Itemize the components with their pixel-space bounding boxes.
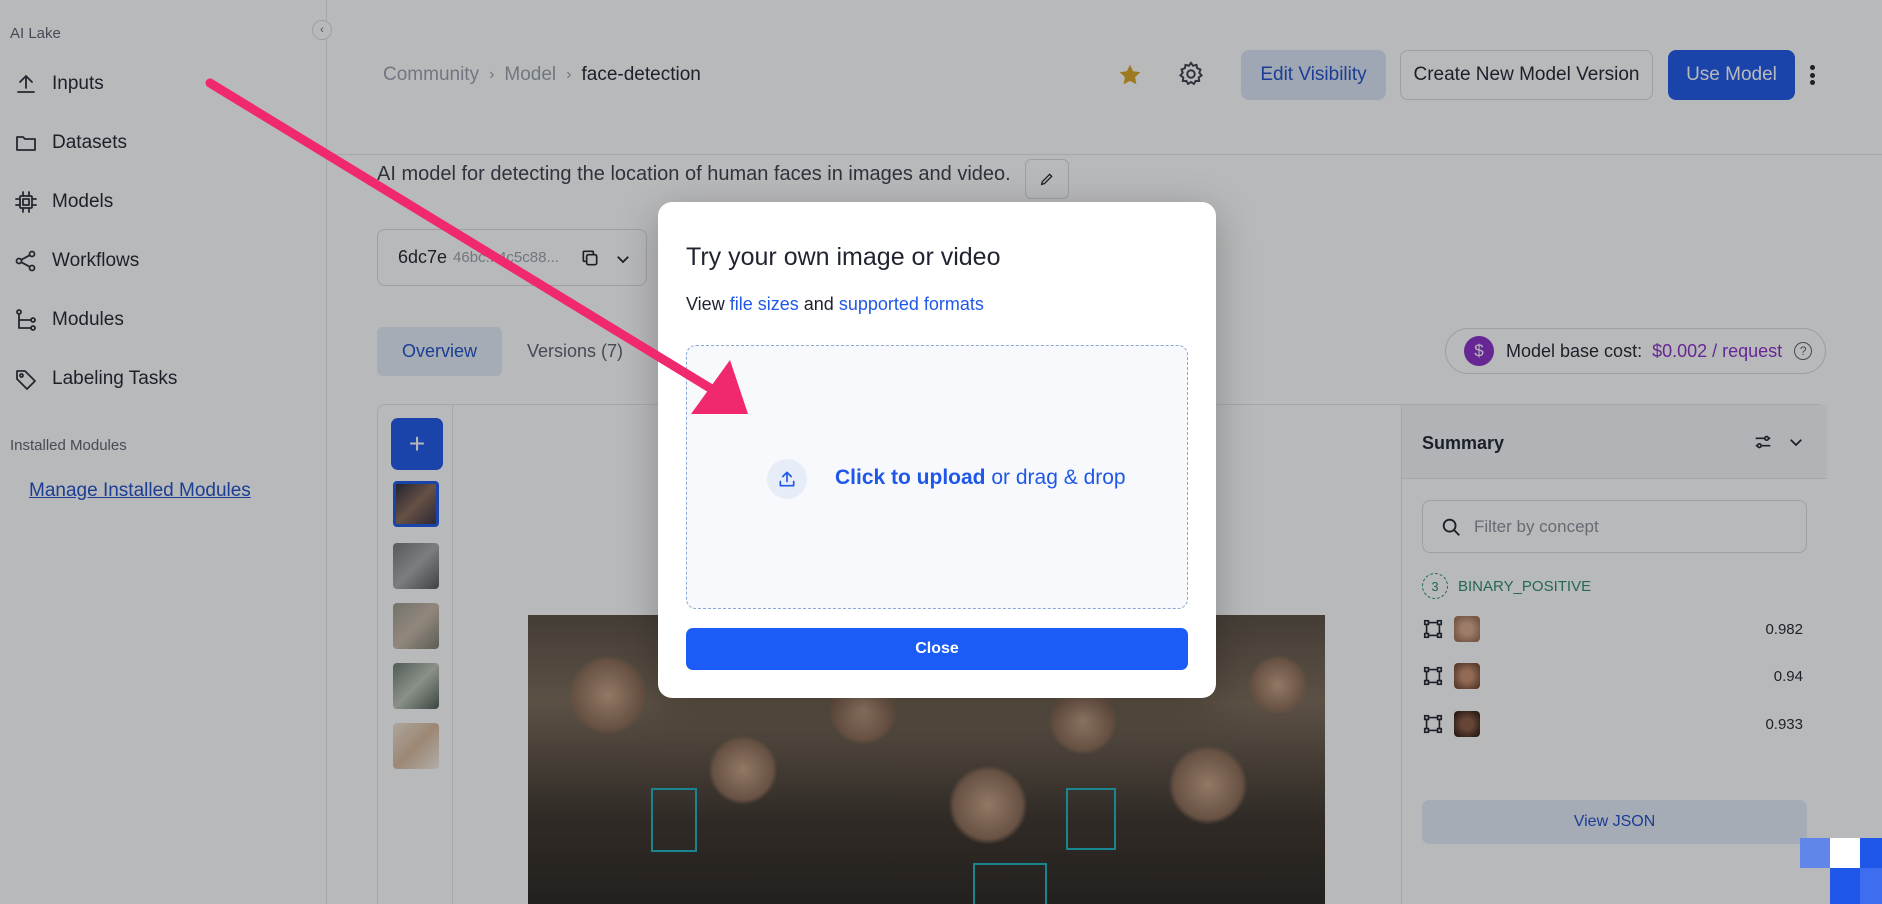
- file-sizes-link[interactable]: file sizes: [730, 294, 799, 314]
- modal-sub-mid: and: [803, 294, 834, 314]
- supported-formats-link[interactable]: supported formats: [839, 294, 984, 314]
- click-to-upload-text: Click to upload: [835, 466, 986, 489]
- upload-dropzone[interactable]: Click to upload or drag & drop: [686, 345, 1188, 609]
- upload-modal: Try your own image or video View file si…: [658, 202, 1216, 698]
- upload-icon: [767, 459, 807, 499]
- drag-drop-text: or drag & drop: [991, 466, 1126, 489]
- modal-title: Try your own image or video: [686, 243, 1001, 271]
- corner-widget[interactable]: [1800, 838, 1882, 904]
- modal-subtitle: View file sizes and supported formats: [686, 294, 984, 315]
- upload-instructions[interactable]: Click to upload or drag & drop: [835, 466, 1126, 490]
- close-button[interactable]: Close: [686, 628, 1188, 670]
- modal-sub-prefix: View: [686, 294, 725, 314]
